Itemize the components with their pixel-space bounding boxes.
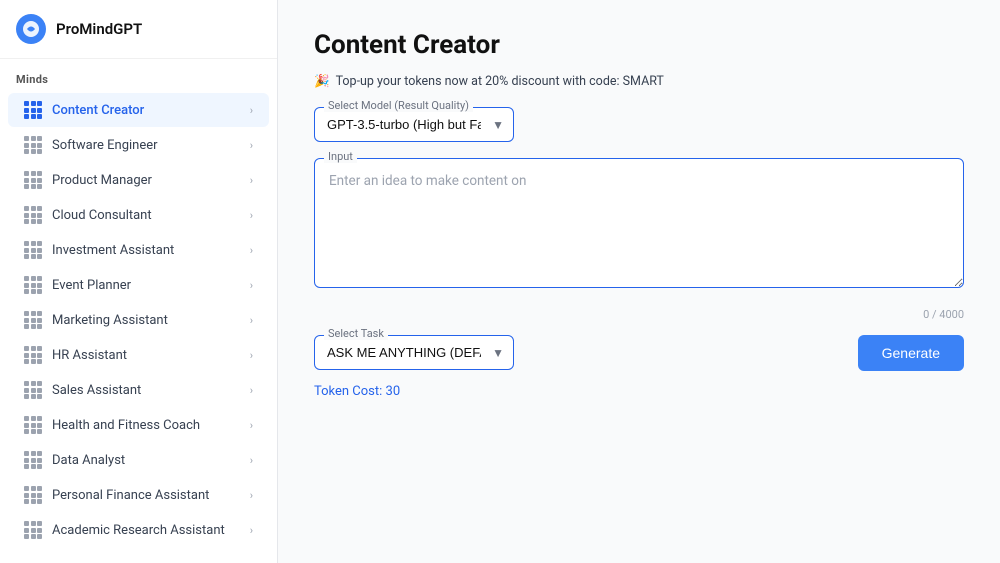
input-label: Input — [324, 150, 357, 163]
grid-icon-personal-finance-assistant — [24, 486, 42, 504]
logo-area: ProMindGPT — [0, 0, 277, 59]
task-select-wrapper: ASK ME ANYTHING (DEFAULT)Blog PostSocial… — [314, 335, 514, 370]
sidebar-item-label-data-analyst: Data Analyst — [52, 453, 240, 468]
sidebar-item-product-manager[interactable]: Product Manager › — [8, 163, 269, 197]
promo-text: Top-up your tokens now at 20% discount w… — [336, 74, 664, 89]
chevron-icon-product-manager: › — [250, 174, 253, 187]
sidebar-item-label-academic-research-assistant: Academic Research Assistant — [52, 523, 240, 538]
grid-icon-marketing-assistant — [24, 311, 42, 329]
grid-icon-software-engineer — [24, 136, 42, 154]
sidebar-item-sales-assistant[interactable]: Sales Assistant › — [8, 373, 269, 407]
grid-icon-academic-research-assistant — [24, 521, 42, 539]
sidebar-item-label-software-engineer: Software Engineer — [52, 138, 240, 153]
chevron-icon-personal-finance-assistant: › — [250, 489, 253, 502]
sidebar-item-investment-assistant[interactable]: Investment Assistant › — [8, 233, 269, 267]
sidebar: ProMindGPT Minds Content Creator›Softwar… — [0, 0, 278, 563]
char-count: 0 / 4000 — [314, 308, 964, 321]
sidebar-item-label-investment-assistant: Investment Assistant — [52, 243, 240, 258]
sidebar-item-label-content-creator: Content Creator — [52, 103, 240, 118]
sidebar-item-hr-assistant[interactable]: HR Assistant › — [8, 338, 269, 372]
sidebar-item-data-analyst[interactable]: Data Analyst › — [8, 443, 269, 477]
sidebar-item-label-health-fitness-coach: Health and Fitness Coach — [52, 418, 240, 433]
chevron-icon-software-engineer: › — [250, 139, 253, 152]
task-label: Select Task — [324, 327, 388, 340]
task-generate-row: Select Task ASK ME ANYTHING (DEFAULT)Blo… — [314, 335, 964, 399]
account-section-label: Account — [0, 548, 277, 563]
input-field-wrapper: Input — [314, 158, 964, 292]
grid-icon-data-analyst — [24, 451, 42, 469]
chevron-icon-investment-assistant: › — [250, 244, 253, 257]
model-select-wrapper: GPT-3.5-turbo (High but Fast)GPT-4 (Best… — [314, 107, 514, 142]
chevron-icon-event-planner: › — [250, 279, 253, 292]
model-select[interactable]: GPT-3.5-turbo (High but Fast)GPT-4 (Best… — [314, 107, 514, 142]
grid-icon-health-fitness-coach — [24, 416, 42, 434]
promo-emoji: 🎉 — [314, 74, 330, 89]
generate-button[interactable]: Generate — [858, 335, 964, 371]
main-content: Content Creator 🎉 Top-up your tokens now… — [278, 0, 1000, 563]
grid-icon-cloud-consultant — [24, 206, 42, 224]
model-label: Select Model (Result Quality) — [324, 99, 473, 112]
sidebar-item-marketing-assistant[interactable]: Marketing Assistant › — [8, 303, 269, 337]
token-cost: Token Cost: 30 — [314, 384, 514, 399]
chevron-icon-sales-assistant: › — [250, 384, 253, 397]
chevron-icon-data-analyst: › — [250, 454, 253, 467]
sidebar-item-label-marketing-assistant: Marketing Assistant — [52, 313, 240, 328]
sidebar-item-label-sales-assistant: Sales Assistant — [52, 383, 240, 398]
chevron-icon-academic-research-assistant: › — [250, 524, 253, 537]
minds-nav: Content Creator›Software Engineer›Produc… — [0, 92, 277, 548]
grid-icon-hr-assistant — [24, 346, 42, 364]
sidebar-item-label-cloud-consultant: Cloud Consultant — [52, 208, 240, 223]
page-title: Content Creator — [314, 30, 964, 60]
sidebar-item-label-event-planner: Event Planner — [52, 278, 240, 293]
model-field: Select Model (Result Quality) GPT-3.5-tu… — [314, 107, 964, 142]
grid-icon-sales-assistant — [24, 381, 42, 399]
grid-icon-content-creator — [24, 101, 42, 119]
input-textarea[interactable] — [314, 158, 964, 288]
logo-icon — [16, 14, 46, 44]
grid-icon-investment-assistant — [24, 241, 42, 259]
chevron-icon-health-fitness-coach: › — [250, 419, 253, 432]
app-name: ProMindGPT — [56, 20, 142, 38]
sidebar-item-personal-finance-assistant[interactable]: Personal Finance Assistant › — [8, 478, 269, 512]
grid-icon-product-manager — [24, 171, 42, 189]
grid-icon-event-planner — [24, 276, 42, 294]
chevron-icon-cloud-consultant: › — [250, 209, 253, 222]
sidebar-item-label-product-manager: Product Manager — [52, 173, 240, 188]
sidebar-item-health-fitness-coach[interactable]: Health and Fitness Coach › — [8, 408, 269, 442]
sidebar-item-cloud-consultant[interactable]: Cloud Consultant › — [8, 198, 269, 232]
chevron-icon-content-creator: › — [250, 104, 253, 117]
sidebar-item-label-hr-assistant: HR Assistant — [52, 348, 240, 363]
sidebar-item-academic-research-assistant[interactable]: Academic Research Assistant › — [8, 513, 269, 547]
task-left: Select Task ASK ME ANYTHING (DEFAULT)Blo… — [314, 335, 514, 399]
chevron-icon-marketing-assistant: › — [250, 314, 253, 327]
sidebar-item-event-planner[interactable]: Event Planner › — [8, 268, 269, 302]
sidebar-item-label-personal-finance-assistant: Personal Finance Assistant — [52, 488, 240, 503]
task-select[interactable]: ASK ME ANYTHING (DEFAULT)Blog PostSocial… — [314, 335, 514, 370]
minds-section-label: Minds — [0, 59, 277, 92]
chevron-icon-hr-assistant: › — [250, 349, 253, 362]
sidebar-item-software-engineer[interactable]: Software Engineer › — [8, 128, 269, 162]
sidebar-item-content-creator[interactable]: Content Creator › — [8, 93, 269, 127]
promo-banner: 🎉 Top-up your tokens now at 20% discount… — [314, 74, 964, 89]
task-field: Select Task ASK ME ANYTHING (DEFAULT)Blo… — [314, 335, 514, 370]
